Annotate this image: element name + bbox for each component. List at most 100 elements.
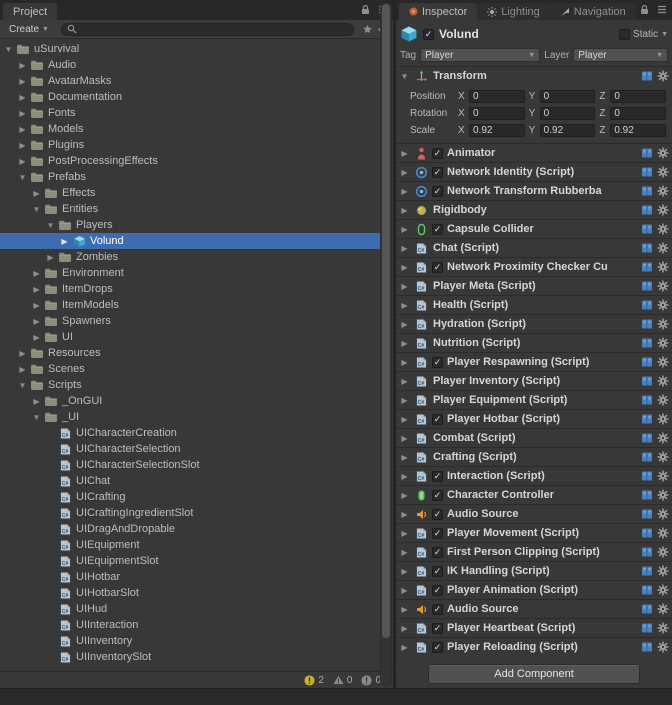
foldout-open-icon[interactable]: ▼	[16, 173, 29, 182]
tree-item[interactable]: ▼ uSurvival	[0, 41, 380, 57]
tree-item[interactable]: ▶ Spawners	[0, 313, 380, 329]
gear-icon[interactable]	[657, 565, 669, 577]
component-row[interactable]: ▶ Animator	[396, 143, 672, 162]
help-book-icon[interactable]	[641, 622, 653, 634]
help-book-icon[interactable]	[641, 185, 653, 197]
component-enabled-checkbox[interactable]	[432, 565, 443, 577]
component-row[interactable]: ▶ C# Crafting (Script)	[396, 447, 672, 466]
gear-icon[interactable]	[657, 261, 669, 273]
gear-icon[interactable]	[657, 356, 669, 368]
warning-badge[interactable]: 0	[333, 675, 352, 686]
component-row[interactable]: ▶ Audio Source	[396, 599, 672, 618]
foldout-closed-icon[interactable]: ▶	[398, 434, 411, 443]
tree-item[interactable]: ▼ Prefabs	[0, 169, 380, 185]
scale-z-field[interactable]: 0.92	[610, 124, 667, 137]
tree-item[interactable]: ▶ Fonts	[0, 105, 380, 121]
scrollbar-thumb[interactable]	[382, 4, 390, 639]
foldout-closed-icon[interactable]: ▶	[398, 358, 411, 367]
foldout-closed-icon[interactable]: ▶	[398, 206, 411, 215]
scale-x-field[interactable]: 0.92	[469, 124, 525, 137]
component-enabled-checkbox[interactable]	[432, 603, 443, 615]
help-book-icon[interactable]	[641, 375, 653, 387]
lock-icon[interactable]	[640, 4, 649, 15]
foldout-closed-icon[interactable]: ▶	[16, 157, 29, 166]
tree-item[interactable]: ▶ Scenes	[0, 361, 380, 377]
component-enabled-checkbox[interactable]	[432, 508, 443, 520]
gear-icon[interactable]	[657, 641, 669, 653]
search-favorite-icon[interactable]	[362, 24, 373, 35]
help-book-icon[interactable]	[641, 147, 653, 159]
help-book-icon[interactable]	[641, 489, 653, 501]
tree-item[interactable]: ▶ Documentation	[0, 89, 380, 105]
foldout-closed-icon[interactable]: ▶	[398, 301, 411, 310]
foldout-closed-icon[interactable]: ▶	[398, 491, 411, 500]
help-book-icon[interactable]	[641, 261, 653, 273]
foldout-closed-icon[interactable]: ▶	[398, 548, 411, 557]
component-row[interactable]: ▶ C# Hydration (Script)	[396, 314, 672, 333]
tab-inspector[interactable]: Inspector	[399, 3, 478, 20]
tree-item[interactable]: ▼ _UI	[0, 409, 380, 425]
gear-icon[interactable]	[657, 451, 669, 463]
position-z-field[interactable]: 0	[610, 90, 667, 103]
tree-item[interactable]: C# UIDragAndDropable	[0, 521, 380, 537]
component-row[interactable]: ▶ C# Interaction (Script)	[396, 466, 672, 485]
foldout-closed-icon[interactable]: ▶	[398, 225, 411, 234]
foldout-closed-icon[interactable]: ▶	[398, 263, 411, 272]
component-row[interactable]: ▶ C# Player Respawning (Script)	[396, 352, 672, 371]
foldout-closed-icon[interactable]: ▶	[398, 472, 411, 481]
foldout-closed-icon[interactable]: ▶	[398, 453, 411, 462]
tab-lighting[interactable]: Lighting	[477, 3, 550, 20]
foldout-closed-icon[interactable]: ▶	[398, 624, 411, 633]
gear-icon[interactable]	[657, 489, 669, 501]
component-row[interactable]: ▶ C# Player Meta (Script)	[396, 276, 672, 295]
gameobject-active-checkbox[interactable]	[423, 28, 434, 40]
foldout-closed-icon[interactable]: ▶	[398, 282, 411, 291]
gear-icon[interactable]	[657, 394, 669, 406]
info-badge[interactable]: 0	[361, 675, 381, 686]
static-dropdown-icon[interactable]: ▼	[661, 31, 668, 38]
tree-item[interactable]: ▶ Effects	[0, 185, 380, 201]
component-row[interactable]: ▶ C# Combat (Script)	[396, 428, 672, 447]
component-enabled-checkbox[interactable]	[432, 261, 443, 273]
gear-icon[interactable]	[657, 546, 669, 558]
component-enabled-checkbox[interactable]	[432, 489, 443, 501]
component-enabled-checkbox[interactable]	[432, 356, 443, 368]
component-enabled-checkbox[interactable]	[432, 641, 443, 653]
rotation-z-field[interactable]: 0	[610, 107, 667, 120]
foldout-closed-icon[interactable]: ▶	[398, 320, 411, 329]
component-row[interactable]: ▶ C# Player Animation (Script)	[396, 580, 672, 599]
component-row[interactable]: ▶ Audio Source	[396, 504, 672, 523]
tree-item[interactable]: C# UIHotbarSlot	[0, 585, 380, 601]
tree-item[interactable]: C# UICrafting	[0, 489, 380, 505]
position-y-field[interactable]: 0	[539, 90, 596, 103]
tree-item[interactable]: C# UIEquipment	[0, 537, 380, 553]
tab-navigation[interactable]: Navigation	[549, 3, 636, 20]
tree-item[interactable]: ▶ Audio	[0, 57, 380, 73]
foldout-closed-icon[interactable]: ▶	[30, 189, 43, 198]
foldout-closed-icon[interactable]: ▶	[398, 149, 411, 158]
search-box[interactable]	[60, 22, 354, 36]
foldout-open-icon[interactable]: ▼	[30, 413, 43, 422]
foldout-closed-icon[interactable]: ▶	[16, 109, 29, 118]
gear-icon[interactable]	[657, 70, 669, 82]
create-dropdown[interactable]: Create ▼	[5, 23, 53, 36]
help-book-icon[interactable]	[641, 318, 653, 330]
gear-icon[interactable]	[657, 166, 669, 178]
tree-item[interactable]: C# UICharacterSelectionSlot	[0, 457, 380, 473]
help-book-icon[interactable]	[641, 641, 653, 653]
static-checkbox[interactable]	[619, 28, 631, 40]
component-row[interactable]: ▶ C# Player Movement (Script)	[396, 523, 672, 542]
tree-item[interactable]: C# UICharacterSelection	[0, 441, 380, 457]
component-enabled-checkbox[interactable]	[432, 413, 443, 425]
tree-item[interactable]: ▶ Plugins	[0, 137, 380, 153]
tree-item[interactable]: ▶ ItemDrops	[0, 281, 380, 297]
panel-menu-icon[interactable]	[657, 5, 667, 14]
help-book-icon[interactable]	[641, 546, 653, 558]
help-book-icon[interactable]	[641, 470, 653, 482]
tree-item[interactable]: ▶ Environment	[0, 265, 380, 281]
tree-item[interactable]: C# UIInventory	[0, 633, 380, 649]
gear-icon[interactable]	[657, 432, 669, 444]
foldout-open-icon[interactable]: ▼	[398, 72, 411, 81]
component-enabled-checkbox[interactable]	[432, 166, 443, 178]
tree-item[interactable]: ▶ Resources	[0, 345, 380, 361]
